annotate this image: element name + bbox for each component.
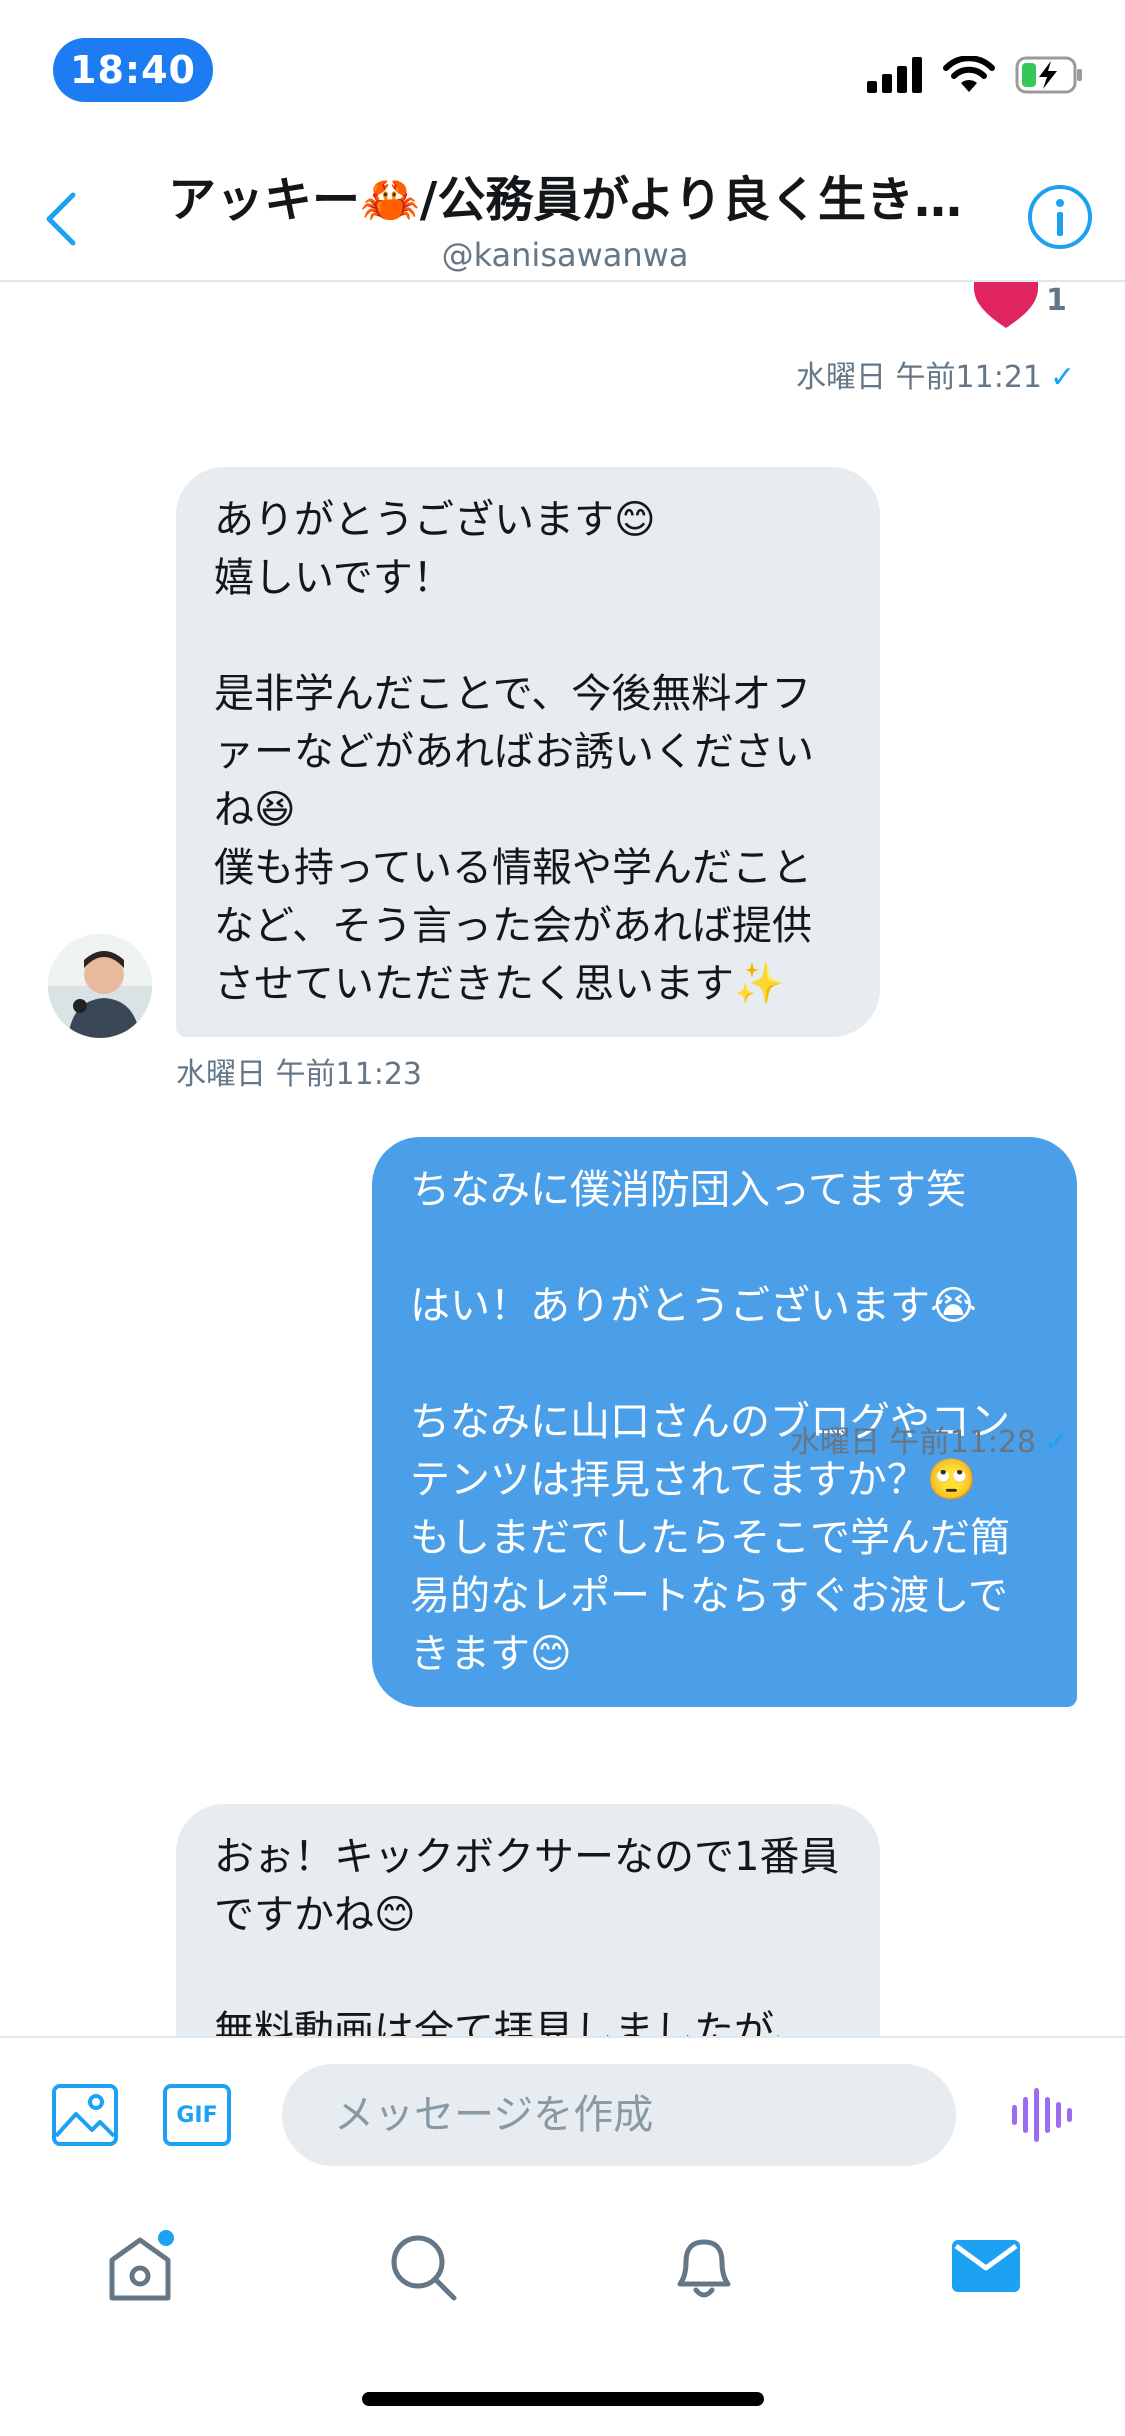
home-icon[interactable] (100, 2226, 180, 2306)
image-icon[interactable] (50, 2080, 120, 2150)
messages-icon[interactable] (946, 2226, 1026, 2306)
header-title-block[interactable]: アッキー🦀/公務員がより良く生き… @kanisawanwa (150, 160, 980, 274)
back-button[interactable] (36, 184, 86, 254)
conversation-header: アッキー🦀/公務員がより良く生き… @kanisawanwa (0, 140, 1125, 282)
timestamp-text: 水曜日 午前11:21 (796, 360, 1042, 395)
status-icons (867, 56, 1085, 94)
timestamp-text: 水曜日 午前11:23 (176, 1057, 422, 1092)
read-check-icon: ✓ (1050, 360, 1076, 395)
read-check-icon: ✓ (1044, 1425, 1070, 1460)
chat-thread[interactable]: 1 水曜日 午前11:21 ✓ ありがとうございます😊 嬉しいです！ 是非学んだこ… (0, 282, 1125, 2036)
heart-icon[interactable] (974, 282, 1038, 328)
avatar-image (48, 934, 152, 1038)
message-input[interactable] (282, 2064, 956, 2166)
message-timestamp: 水曜日 午前11:21 ✓ (796, 352, 1075, 396)
message-bubble-incoming[interactable]: ありがとうございます😊 嬉しいです！ 是非学んだことで、今後無料オファーなどがあ… (176, 467, 880, 1037)
avatar[interactable] (48, 934, 152, 1038)
timestamp-text: 水曜日 午前11:28 (790, 1425, 1036, 1460)
conversation-handle: @kanisawanwa (441, 236, 689, 274)
info-icon (1028, 185, 1092, 249)
conversation-title: アッキー🦀/公務員がより良く生き… (168, 172, 962, 228)
message-timestamp: 水曜日 午前11:28 ✓ (790, 1417, 1069, 1461)
status-bar: 18:40 (0, 0, 1125, 140)
info-button[interactable] (1025, 182, 1095, 252)
status-time: 18:40 (53, 38, 213, 102)
gif-button[interactable]: GIF (162, 2080, 232, 2150)
notifications-icon[interactable] (664, 2226, 744, 2306)
wifi-icon (943, 56, 995, 92)
signal-icon (867, 57, 922, 93)
gif-label: GIF (176, 2102, 218, 2128)
message-bubble-incoming[interactable]: おぉ！キックボクサーなので1番員ですかね😊 無料動画は全て拝見しましたが、 (176, 1804, 880, 2036)
home-indicator[interactable] (362, 2392, 764, 2406)
reaction-count: 1 (1046, 283, 1067, 318)
search-icon[interactable] (382, 2226, 462, 2306)
message-composer: GIF (0, 2036, 1125, 2190)
message-timestamp: 水曜日 午前11:23 (176, 1049, 422, 1093)
voice-icon[interactable] (1006, 2080, 1076, 2150)
chevron-left-icon (46, 192, 76, 246)
battery-charging-icon (1015, 56, 1082, 94)
